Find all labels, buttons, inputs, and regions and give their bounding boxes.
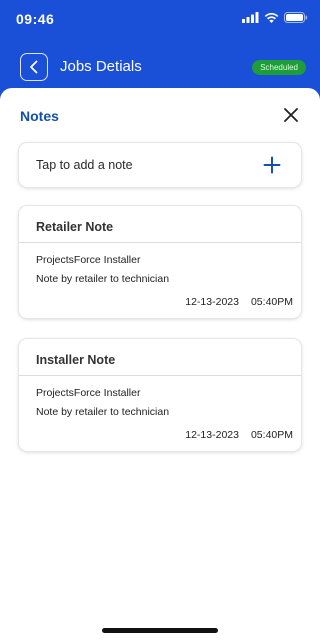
note-date: 12-13-2023 [185, 296, 239, 308]
note-date: 12-13-2023 [185, 429, 239, 441]
note-card-installer[interactable]: Installer Note ProjectsForce Installer N… [19, 339, 301, 451]
status-bar: 09:46 [0, 0, 320, 38]
status-time: 09:46 [16, 11, 55, 27]
note-title: Retailer Note [19, 206, 301, 243]
close-icon [284, 108, 298, 122]
app-header: Jobs Detials Scheduled [0, 50, 320, 84]
note-title: Installer Note [19, 339, 301, 376]
add-note-label: Tap to add a note [36, 158, 133, 172]
add-note-button[interactable]: Tap to add a note [19, 143, 301, 187]
signal-icon [242, 12, 259, 23]
note-time: 05:40PM [250, 296, 293, 308]
home-indicator[interactable] [102, 628, 218, 633]
back-button[interactable] [20, 53, 48, 81]
note-body: Note by retailer to technician [36, 406, 170, 418]
page-title: Jobs Detials [60, 58, 142, 75]
wifi-icon [264, 13, 279, 23]
note-timestamp: 12-13-2023 05:40PM [185, 296, 293, 308]
note-time: 05:40PM [250, 429, 293, 441]
plus-icon [263, 156, 281, 174]
note-author: ProjectsForce Installer [36, 387, 141, 399]
note-author: ProjectsForce Installer [36, 254, 141, 266]
close-button[interactable] [282, 106, 300, 124]
notes-sheet: Notes Tap to add a note Retailer Note Pr… [0, 88, 320, 640]
chevron-left-icon [30, 60, 38, 74]
status-icons [242, 12, 308, 23]
battery-icon [284, 12, 308, 23]
status-badge: Scheduled [252, 60, 306, 75]
note-card-retailer[interactable]: Retailer Note ProjectsForce Installer No… [19, 206, 301, 318]
note-timestamp: 12-13-2023 05:40PM [185, 429, 293, 441]
sheet-title: Notes [20, 108, 59, 124]
note-body: Note by retailer to technician [36, 273, 170, 285]
